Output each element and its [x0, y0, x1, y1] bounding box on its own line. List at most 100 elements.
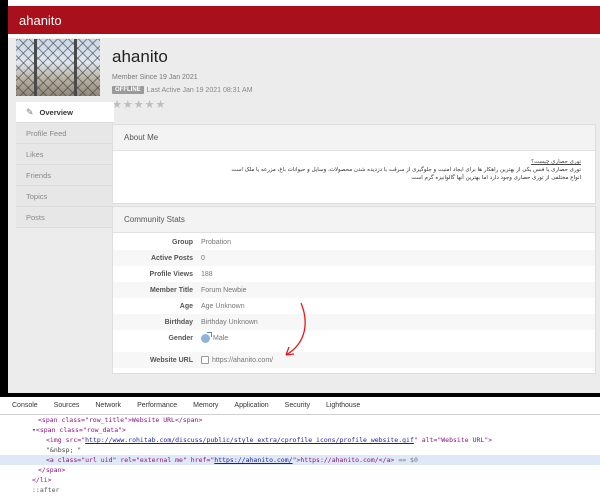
nav-item-posts[interactable]: Posts: [16, 207, 114, 228]
stat-row-website-url: Website URL https://ahanito.com/: [113, 352, 595, 368]
tab-console[interactable]: Console: [4, 402, 46, 409]
stat-value: Forum Newbie: [201, 286, 247, 294]
gender-male-icon: [201, 331, 212, 343]
nav-item-label: Posts: [26, 212, 45, 222]
stat-row-active-posts: Active Posts 0: [113, 250, 595, 266]
about-me-title: About Me: [113, 125, 595, 151]
stat-label: Profile Views: [149, 270, 193, 278]
stat-label: Age: [179, 302, 193, 310]
stat-label: Gender: [168, 334, 193, 342]
code-link[interactable]: http://www.rohitab.com/discuss/public/st…: [85, 436, 414, 444]
website-icon: [201, 356, 209, 364]
nav-item-topics[interactable]: Topics: [16, 186, 114, 207]
profile-cover-photo: [16, 39, 100, 96]
tab-security[interactable]: Security: [277, 402, 318, 409]
tab-memory[interactable]: Memory: [185, 402, 226, 409]
stat-row-birthday: Birthday Birthday Unknown: [113, 314, 595, 330]
stat-label: Active Posts: [150, 254, 193, 262]
elements-tree: <span class="row_title">Website URL</spa…: [0, 415, 600, 495]
nav-item-label: Overview: [39, 107, 73, 117]
stat-value-website: https://ahanito.com/: [201, 356, 273, 364]
about-me-body: توری حصاری چیست؟ توری حصاری یا فنس یکی ا…: [113, 151, 595, 182]
code-text: "&nbsp; ": [46, 446, 82, 454]
code-text: <span class="row_title">Website URL</spa…: [38, 416, 203, 424]
stat-row-age: Age Age Unknown: [113, 298, 595, 314]
status-line: OFFLINE Last Active Jan 19 2021 08:31 AM: [112, 85, 253, 95]
code-text: </span>: [38, 466, 66, 474]
code-line[interactable]: </span>: [0, 465, 600, 475]
stat-label: Birthday: [164, 318, 193, 326]
stat-value-gender: Male: [201, 331, 229, 343]
nav-item-likes[interactable]: Likes: [16, 144, 114, 165]
star-icon[interactable]: ★: [123, 100, 133, 111]
code-line[interactable]: ::after: [0, 485, 600, 495]
code-line[interactable]: <img src=" http://www.rohitab.com/discuss…: [0, 435, 600, 445]
tab-lighthouse[interactable]: Lighthouse: [318, 402, 368, 409]
stat-label: Website URL: [149, 356, 193, 364]
nav-item-label: Profile Feed: [26, 128, 67, 138]
stat-label: Group: [172, 238, 193, 246]
code-line[interactable]: <span class="row_title">Website URL</spa…: [0, 415, 600, 425]
stat-value: Probation: [201, 238, 231, 246]
stat-value: 188: [201, 270, 213, 278]
devtools-tabs: Console Sources Network Performance Memo…: [0, 397, 600, 415]
stat-label: Member Title: [149, 286, 193, 294]
code-text: <img src=": [46, 436, 86, 444]
star-icon[interactable]: ★: [156, 100, 166, 111]
stat-value: Male: [213, 334, 229, 342]
tab-network[interactable]: Network: [87, 402, 129, 409]
nav-item-overview[interactable]: ✎ Overview: [16, 102, 114, 123]
code-text: " alt="Website URL">: [413, 436, 493, 444]
code-line-selected[interactable]: <a class="url uid" rel="external me" hre…: [0, 455, 600, 465]
code-text: ">https://ahanito.com/</a>: [292, 456, 395, 464]
nav-item-label: Friends: [26, 170, 52, 180]
tab-application[interactable]: Application: [226, 402, 276, 409]
fence-post: [74, 39, 77, 96]
devtools-panel: Console Sources Network Performance Memo…: [0, 397, 600, 497]
fence-post: [34, 39, 37, 96]
about-line: انواع مختلفی از توری حصاری وجود دارد اما…: [411, 175, 581, 181]
code-text: </li>: [32, 476, 52, 484]
rating-stars[interactable]: ★ ★ ★ ★ ★: [112, 100, 165, 111]
stat-row-group: Group Probation: [113, 234, 595, 250]
code-text: ::after: [32, 486, 60, 494]
tab-sources[interactable]: Sources: [46, 402, 88, 409]
about-me-panel: About Me توری حصاری چیست؟ توری حصاری یا …: [112, 124, 596, 204]
star-icon[interactable]: ★: [145, 100, 155, 111]
stat-value: Age Unknown: [201, 302, 245, 310]
code-line[interactable]: ▾ <span class="row_data">: [0, 425, 600, 435]
about-line: توری حصاری یا فنس یکی از بهترین راهکار ه…: [231, 167, 581, 173]
nav-item-friends[interactable]: Friends: [16, 165, 114, 186]
stat-row-member-title: Member Title Forum Newbie: [113, 282, 595, 298]
profile-content: ahanito Member Since 19 Jan 2021 OFFLINE…: [8, 38, 600, 393]
pencil-icon: ✎: [26, 106, 34, 117]
code-text: <span class="row_data">: [35, 426, 126, 434]
nav-item-label: Topics: [26, 191, 48, 201]
website-url-link[interactable]: https://ahanito.com/: [212, 357, 273, 364]
code-line[interactable]: </li>: [0, 475, 600, 485]
nav-item-profile-feed[interactable]: Profile Feed: [16, 123, 114, 144]
profile-nav: ✎ Overview Profile Feed Likes Friends To…: [16, 102, 114, 228]
tab-performance[interactable]: Performance: [129, 402, 185, 409]
code-line[interactable]: "&nbsp; ": [0, 445, 600, 455]
status-badge: OFFLINE: [112, 86, 144, 94]
profile-username: ahanito: [112, 47, 168, 66]
browser-page: ahanito ahanito Member Since 19 Jan 2021…: [8, 0, 600, 393]
community-stats-title: Community Stats: [113, 207, 595, 233]
stat-value: 0: [201, 254, 205, 262]
code-text: <a class="url uid" rel="external me" hre…: [46, 456, 215, 464]
star-icon[interactable]: ★: [134, 100, 144, 111]
stat-row-gender: Gender Male: [113, 330, 595, 346]
code-text: == $0: [398, 456, 418, 464]
code-link[interactable]: https://ahanito.com/: [214, 456, 292, 464]
community-stats-panel: Community Stats Group Probation Active P…: [112, 206, 596, 374]
stat-row-profile-views: Profile Views 188: [113, 266, 595, 282]
site-title[interactable]: ahanito: [19, 13, 62, 28]
fence-pattern: [16, 39, 100, 96]
stat-value: Birthday Unknown: [201, 318, 258, 326]
nav-item-label: Likes: [26, 149, 44, 159]
about-heading[interactable]: توری حصاری چیست؟: [127, 158, 581, 166]
member-since: Member Since 19 Jan 2021: [112, 74, 198, 81]
site-header: ahanito: [8, 6, 600, 34]
last-active: Last Active Jan 19 2021 08:31 AM: [146, 86, 253, 94]
